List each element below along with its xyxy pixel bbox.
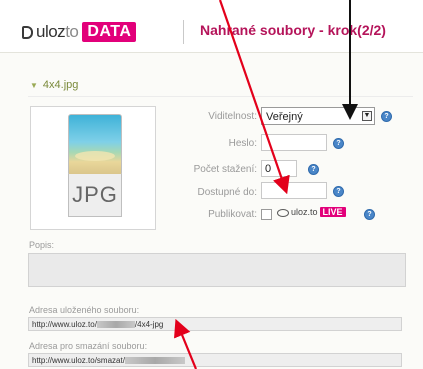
logo-data-badge: DATA: [82, 22, 137, 42]
available-until-input[interactable]: [261, 182, 327, 199]
description-textarea[interactable]: [28, 253, 406, 287]
jpg-file-icon: JPG: [68, 114, 122, 218]
visibility-label: Viditelnost:: [208, 111, 257, 122]
password-label: Heslo:: [228, 138, 257, 149]
help-icon[interactable]: ?: [333, 186, 344, 197]
help-icon[interactable]: ?: [381, 111, 392, 122]
logo[interactable]: ulozto DATA: [22, 20, 137, 44]
visibility-select[interactable]: Veřejný ▼: [261, 107, 375, 125]
file-name: 4x4.jpg: [42, 79, 79, 91]
download-count-input[interactable]: 0: [261, 160, 297, 177]
delete-url-field[interactable]: http://www.uloz.to/smazat/: [28, 353, 402, 367]
saved-url-label: Adresa uloženého souboru:: [29, 305, 140, 315]
available-until-label: Dostupné do:: [197, 187, 258, 198]
description-label: Popis:: [29, 240, 55, 250]
publish-label: Publikovat:: [208, 209, 257, 220]
file-type-label: JPG: [72, 182, 118, 207]
download-count-label: Počet stažení:: [193, 164, 257, 175]
section-divider: [28, 96, 413, 97]
header: ulozto DATA Nahrané soubory - krok(2/2): [0, 0, 423, 53]
password-input[interactable]: [261, 134, 327, 151]
ulozto-live-logo: uloz.to LIVE: [277, 207, 346, 217]
logo-mark-icon: [22, 25, 33, 39]
dropdown-arrow-icon[interactable]: ▼: [362, 111, 372, 121]
visibility-value: Veřejný: [266, 111, 303, 123]
help-icon[interactable]: ?: [308, 164, 319, 175]
help-icon[interactable]: ?: [364, 209, 375, 220]
censored-id: [124, 357, 185, 365]
eye-icon: [277, 208, 289, 217]
help-icon[interactable]: ?: [333, 138, 344, 149]
saved-url-field[interactable]: http://www.uloz.to//4x4-jpg: [28, 317, 402, 331]
file-section-header[interactable]: ▼ 4x4.jpg: [30, 79, 78, 91]
page: ulozto DATA Nahrané soubory - krok(2/2) …: [0, 0, 423, 369]
publish-checkbox[interactable]: [261, 209, 272, 220]
file-thumbnail: JPG: [30, 106, 156, 230]
live-badge: LIVE: [319, 207, 346, 217]
collapse-triangle-icon: ▼: [30, 81, 38, 90]
censored-id: [96, 321, 135, 329]
page-title: Nahrané soubory - krok(2/2): [200, 22, 386, 38]
logo-text: ulozto: [36, 22, 79, 41]
delete-url-label: Adresa pro smazání souboru:: [29, 341, 148, 351]
header-divider: [183, 20, 184, 44]
